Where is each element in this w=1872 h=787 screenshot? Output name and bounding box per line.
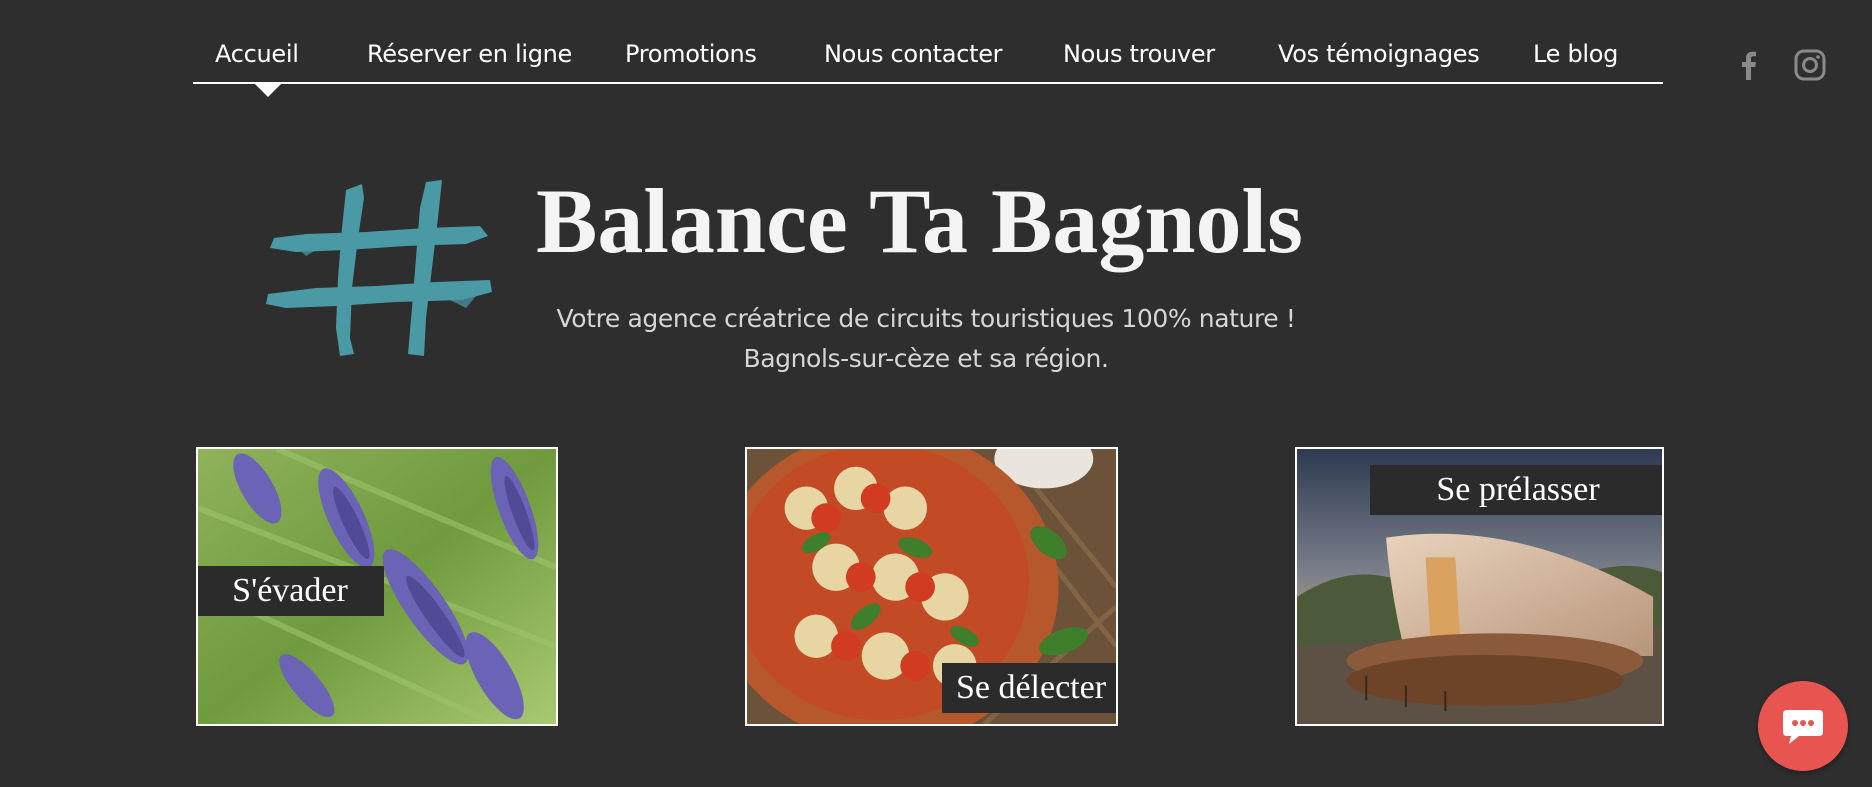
chat-button[interactable]: [1758, 681, 1848, 771]
card-label-sevader: S'évader: [198, 566, 384, 616]
facebook-icon[interactable]: [1732, 48, 1766, 82]
tagline-line-2: Bagnols-sur-cèze et sa région.: [743, 344, 1109, 373]
tagline-line-1: Votre agence créatrice de circuits touri…: [556, 304, 1296, 333]
card-sedelecter[interactable]: Se délecter: [745, 447, 1118, 726]
nav-item-reserver[interactable]: Réserver en ligne: [367, 40, 572, 68]
card-label-seprelasser: Se prélasser: [1370, 465, 1662, 515]
nav-item-temoignages[interactable]: Vos témoignages: [1278, 40, 1480, 68]
site-title: Balance Ta Bagnols: [536, 170, 1303, 272]
nav-item-blog[interactable]: Le blog: [1533, 40, 1618, 68]
chat-bubble-icon: [1783, 710, 1823, 744]
nav-item-trouver[interactable]: Nous trouver: [1063, 40, 1215, 68]
active-indicator-caret: [253, 82, 283, 97]
card-seprelasser[interactable]: Se prélasser: [1295, 447, 1664, 726]
instagram-icon[interactable]: [1793, 48, 1827, 82]
hashtag-logo-icon: [266, 178, 492, 364]
nav-item-promotions[interactable]: Promotions: [625, 40, 757, 68]
card-label-sedelecter: Se délecter: [942, 663, 1116, 713]
nav-item-accueil[interactable]: Accueil: [215, 40, 299, 68]
card-sevader[interactable]: S'évader: [196, 447, 558, 726]
nav-item-contacter[interactable]: Nous contacter: [824, 40, 1003, 68]
main-navigation: Accueil Réserver en ligne Promotions Nou…: [193, 36, 1663, 97]
